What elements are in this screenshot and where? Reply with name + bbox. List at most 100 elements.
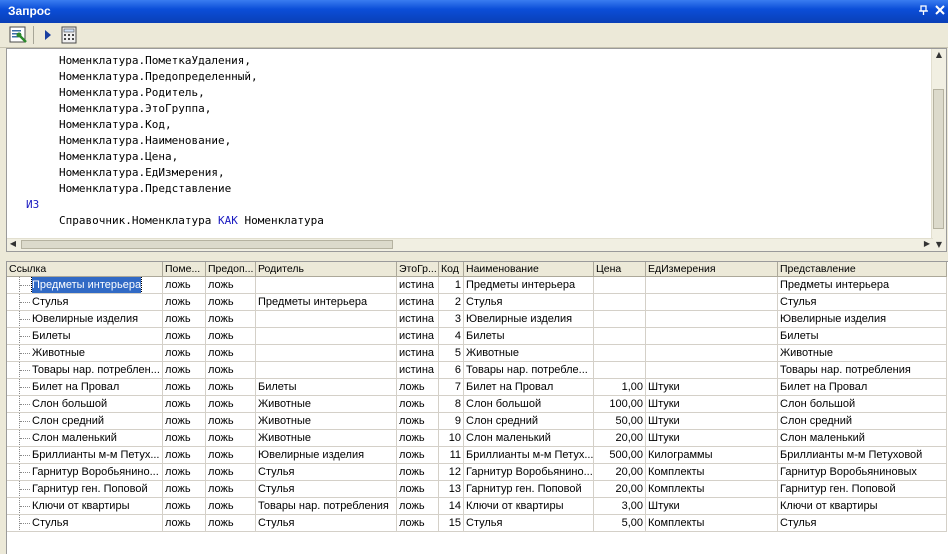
grid-cell[interactable]: Ювелирные изделия [778, 311, 947, 328]
ref-cell[interactable]: Слон средний [7, 413, 163, 430]
grid-cell[interactable]: ложь [206, 311, 256, 328]
grid-cell[interactable]: Бриллианты м-м Петуховой [778, 447, 947, 464]
ref-cell[interactable]: Гарнитур Воробьянино... [7, 464, 163, 481]
grid-cell[interactable] [594, 294, 646, 311]
grid-cell[interactable]: Гарнитур Воробьяниновых [778, 464, 947, 481]
grid-cell[interactable]: ложь [206, 379, 256, 396]
grid-cell[interactable]: ложь [163, 447, 206, 464]
vertical-scroll-thumb[interactable] [933, 89, 944, 229]
grid-cell[interactable]: 2 [439, 294, 464, 311]
grid-cell[interactable]: 20,00 [594, 464, 646, 481]
grid-cell[interactable]: 1 [439, 277, 464, 294]
grid-cell[interactable]: 100,00 [594, 396, 646, 413]
grid-cell[interactable]: Штуки [646, 413, 778, 430]
ref-cell[interactable]: Бриллианты м-м Петух... [7, 447, 163, 464]
grid-cell[interactable]: Предметы интерьера [464, 277, 594, 294]
grid-cell[interactable]: ложь [206, 515, 256, 532]
grid-cell[interactable] [256, 362, 397, 379]
grid-cell[interactable]: Гарнитур Воробьянино... [464, 464, 594, 481]
vertical-scrollbar[interactable]: ▲ [931, 49, 946, 239]
grid-cell[interactable]: 20,00 [594, 430, 646, 447]
grid-cell[interactable]: Билеты [778, 328, 947, 345]
grid-cell[interactable]: Животные [256, 430, 397, 447]
horizontal-scroll-thumb[interactable] [21, 240, 393, 249]
grid-cell[interactable]: Комплекты [646, 515, 778, 532]
grid-cell[interactable]: истина [397, 294, 439, 311]
grid-cell[interactable]: Слон большой [464, 396, 594, 413]
grid-cell[interactable]: Билет на Провал [778, 379, 947, 396]
column-header[interactable]: Поме... [163, 262, 206, 277]
grid-cell[interactable]: ложь [206, 430, 256, 447]
grid-cell[interactable] [646, 362, 778, 379]
grid-cell[interactable]: Стулья [778, 294, 947, 311]
column-header[interactable]: Представление [778, 262, 947, 277]
grid-cell[interactable]: Билеты [256, 379, 397, 396]
grid-cell[interactable]: ложь [163, 362, 206, 379]
column-header[interactable]: Код [439, 262, 464, 277]
grid-cell[interactable]: 11 [439, 447, 464, 464]
grid-cell[interactable]: ложь [206, 413, 256, 430]
grid-cell[interactable]: Ювелирные изделия [464, 311, 594, 328]
grid-cell[interactable]: ложь [163, 481, 206, 498]
grid-cell[interactable]: Билеты [464, 328, 594, 345]
grid-cell[interactable]: ложь [163, 277, 206, 294]
run-icon[interactable] [38, 25, 58, 45]
grid-cell[interactable]: ложь [163, 515, 206, 532]
grid-cell[interactable]: Животные [256, 413, 397, 430]
grid-cell[interactable]: 4 [439, 328, 464, 345]
grid-cell[interactable]: 1,00 [594, 379, 646, 396]
close-icon[interactable] [933, 5, 946, 18]
grid-cell[interactable]: 50,00 [594, 413, 646, 430]
grid-cell[interactable]: Стулья [256, 481, 397, 498]
grid-cell[interactable]: ложь [206, 328, 256, 345]
grid-cell[interactable]: Стулья [256, 515, 397, 532]
grid-cell[interactable]: ложь [206, 498, 256, 515]
grid-cell[interactable]: Стулья [464, 294, 594, 311]
grid-cell[interactable]: Штуки [646, 430, 778, 447]
grid-cell[interactable]: истина [397, 362, 439, 379]
column-header[interactable]: Предоп... [206, 262, 256, 277]
grid-cell[interactable]: Штуки [646, 379, 778, 396]
grid-cell[interactable]: Ключи от квартиры [464, 498, 594, 515]
grid-cell[interactable]: ложь [397, 481, 439, 498]
grid-cell[interactable]: 9 [439, 413, 464, 430]
grid-cell[interactable]: Предметы интерьера [778, 277, 947, 294]
grid-cell[interactable]: Билет на Провал [464, 379, 594, 396]
column-header[interactable]: Ссылка [7, 262, 163, 277]
grid-cell[interactable]: ложь [397, 447, 439, 464]
column-header[interactable]: ЕдИзмерения [646, 262, 778, 277]
grid-cell[interactable]: ложь [206, 294, 256, 311]
grid-cell[interactable]: Слон средний [778, 413, 947, 430]
grid-cell[interactable]: Слон средний [464, 413, 594, 430]
grid-cell[interactable]: ложь [163, 345, 206, 362]
column-header[interactable]: Цена [594, 262, 646, 277]
grid-cell[interactable]: ложь [163, 498, 206, 515]
calculator-icon[interactable] [59, 25, 79, 45]
ref-cell[interactable]: Стулья [7, 515, 163, 532]
query-text-editor[interactable]: Номенклатура.ПометкаУдаления, Номенклатур… [6, 48, 947, 252]
ref-cell[interactable]: Билеты [7, 328, 163, 345]
grid-cell[interactable] [594, 311, 646, 328]
grid-cell[interactable]: Штуки [646, 396, 778, 413]
grid-cell[interactable] [594, 277, 646, 294]
grid-cell[interactable]: Слон маленький [464, 430, 594, 447]
grid-cell[interactable] [594, 328, 646, 345]
grid-cell[interactable]: ложь [163, 311, 206, 328]
scroll-down-icon[interactable]: ▼ [932, 239, 946, 251]
grid-cell[interactable]: ложь [163, 464, 206, 481]
grid-cell[interactable]: ложь [397, 464, 439, 481]
grid-cell[interactable]: 12 [439, 464, 464, 481]
grid-cell[interactable]: Стулья [464, 515, 594, 532]
grid-cell[interactable]: ложь [206, 345, 256, 362]
grid-cell[interactable]: 3,00 [594, 498, 646, 515]
grid-cell[interactable] [594, 362, 646, 379]
grid-cell[interactable]: Слон маленький [778, 430, 947, 447]
result-grid[interactable]: Ссылка Поме... Предоп... Родитель ЭтоГр... Ко… [6, 261, 948, 554]
grid-cell[interactable]: Ювелирные изделия [256, 447, 397, 464]
grid-cell[interactable]: 500,00 [594, 447, 646, 464]
grid-cell[interactable]: Товары нар. потребления [256, 498, 397, 515]
grid-cell[interactable]: Ключи от квартиры [778, 498, 947, 515]
grid-cell[interactable]: ложь [397, 498, 439, 515]
grid-cell[interactable]: Штуки [646, 498, 778, 515]
grid-cell[interactable]: ложь [163, 328, 206, 345]
